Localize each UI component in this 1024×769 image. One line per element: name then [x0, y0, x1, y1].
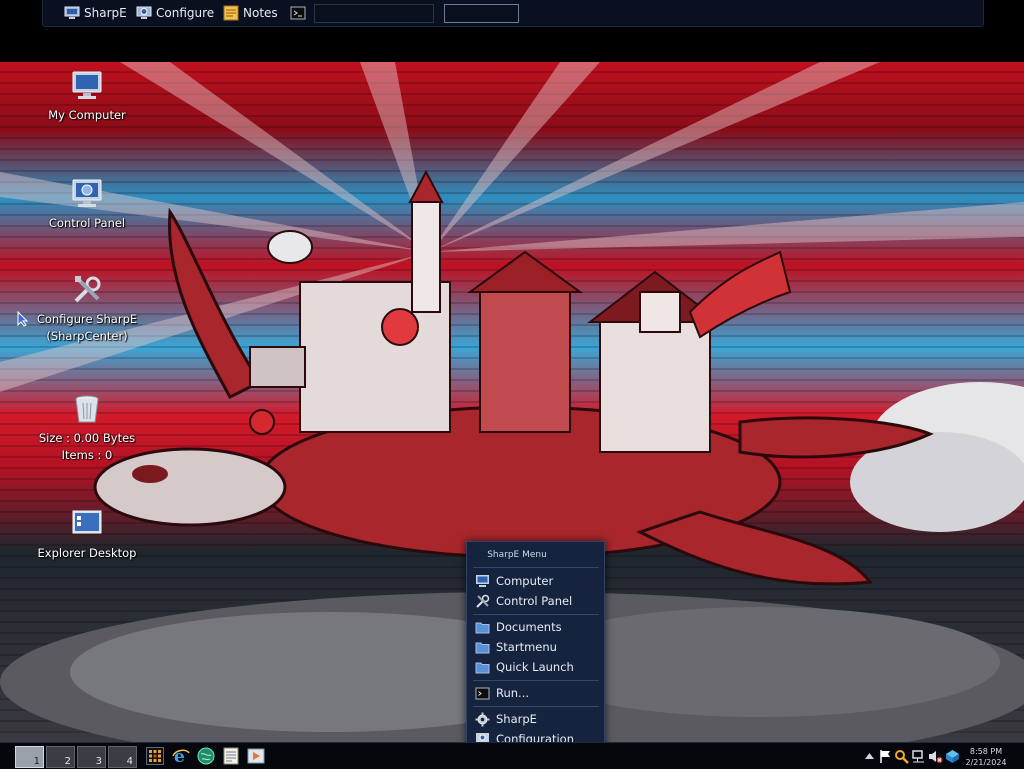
arrow-up-icon[interactable]: [862, 749, 877, 764]
tools-icon: [74, 276, 101, 303]
desktop-icon-label-line2: Items : 0: [61, 448, 113, 462]
menu-divider: [473, 706, 599, 707]
topbar-text-field[interactable]: [314, 4, 434, 23]
computer-icon: [476, 574, 489, 587]
topbar-terminal-button[interactable]: [290, 4, 306, 22]
desktop-icon-label: Control Panel: [48, 216, 126, 230]
monitor-gear-icon: [136, 6, 152, 19]
terminal-icon: [290, 6, 306, 20]
menu-item-sharpe[interactable]: SharpE: [475, 710, 601, 728]
menu-divider: [473, 567, 599, 568]
desktop-icon-label-line1: Size : 0.00 Bytes: [38, 431, 136, 445]
topbar-configure-label: Configure: [156, 6, 215, 20]
menu-item-computer[interactable]: Computer: [475, 572, 601, 590]
desktop-icon-control-panel[interactable]: Control Panel: [12, 177, 162, 232]
sharpe-menu: SharpE Menu Computer Control Panel Docum…: [466, 541, 605, 752]
flag-icon[interactable]: [878, 749, 893, 764]
workspace-number: 1: [33, 756, 40, 767]
menu-divider: [473, 680, 599, 681]
clock-date: 2/21/2024: [965, 758, 1007, 767]
topbar-sharpe-label: SharpE: [84, 6, 127, 20]
notepad-icon[interactable]: [222, 747, 240, 765]
desktop-icon-explorer-desktop[interactable]: Explorer Desktop: [12, 507, 162, 562]
topbar-input-box[interactable]: [444, 4, 519, 23]
top-bar-panel: SharpE Configure Notes: [42, 0, 984, 27]
clock-time: 8:58 PM: [969, 747, 1003, 756]
menu-item-label: Documents: [496, 620, 562, 634]
recycle-bin-icon: [75, 395, 99, 423]
tools-icon: [476, 594, 490, 608]
search-icon[interactable]: [894, 749, 909, 764]
topbar-notes-label: Notes: [243, 6, 278, 20]
desktop-icon-label: My Computer: [48, 108, 126, 122]
taskbar: 1 2 3 4 e 8:58 PM 2/21/2024: [0, 742, 1024, 769]
topbar-notes-button[interactable]: Notes: [223, 4, 278, 22]
menu-item-label: Control Panel: [496, 594, 573, 608]
workspace-1-button[interactable]: 1: [15, 746, 44, 768]
menu-item-label: SharpE: [496, 712, 537, 726]
desktop-icon-my-computer[interactable]: My Computer: [12, 69, 162, 124]
workspace-4-button[interactable]: 4: [108, 746, 137, 768]
network-icon[interactable]: [911, 749, 926, 764]
computer-icon: [72, 71, 102, 99]
workspace-3-button[interactable]: 3: [77, 746, 106, 768]
control-panel-icon: [72, 179, 102, 207]
media-player-icon[interactable]: [247, 747, 265, 765]
desktop-icon-label-line1: Configure SharpE: [36, 312, 138, 326]
menu-item-documents[interactable]: Documents: [475, 618, 601, 636]
menu-item-run[interactable]: Run...: [475, 684, 601, 702]
gear-icon: [475, 712, 490, 726]
menu-divider: [473, 614, 599, 615]
internet-explorer-icon[interactable]: e: [172, 747, 190, 765]
explorer-desktop-icon: [72, 510, 102, 534]
workspace-number: 3: [95, 756, 102, 767]
desktop-icon-label: Explorer Desktop: [37, 546, 137, 560]
menu-item-label: Run...: [496, 686, 530, 700]
menu-item-control-panel[interactable]: Control Panel: [475, 592, 601, 610]
clock[interactable]: 8:58 PM 2/21/2024: [956, 746, 1016, 768]
desktop-icon-configure-sharpe[interactable]: Configure SharpE (SharpCenter): [12, 273, 162, 345]
folder-icon: [475, 642, 490, 653]
menu-item-label: Startmenu: [496, 640, 557, 654]
folder-icon: [475, 622, 490, 633]
menu-item-label: Quick Launch: [496, 660, 574, 674]
mouse-cursor-icon: [17, 311, 29, 327]
menu-title: SharpE Menu: [487, 550, 547, 560]
folder-icon: [475, 662, 490, 673]
volume-muted-icon[interactable]: [928, 749, 943, 764]
workspace-2-button[interactable]: 2: [46, 746, 75, 768]
topbar-sharpe-button[interactable]: SharpE: [64, 4, 127, 22]
sharpe-grid-icon[interactable]: [146, 747, 164, 765]
globe-icon[interactable]: [197, 747, 215, 765]
terminal-icon: [475, 687, 490, 699]
workspace-number: 4: [126, 756, 133, 767]
menu-item-startmenu[interactable]: Startmenu: [475, 638, 601, 656]
monitor-icon: [64, 6, 80, 19]
menu-item-quick-launch[interactable]: Quick Launch: [475, 658, 601, 676]
desktop-icon-recycle-bin[interactable]: Size : 0.00 Bytes Items : 0: [12, 392, 162, 464]
top-bar: SharpE Configure Notes: [0, 0, 1024, 62]
topbar-configure-button[interactable]: Configure: [136, 4, 214, 22]
desktop-icon-label-line2: (SharpCenter): [46, 329, 128, 343]
menu-item-label: Computer: [496, 574, 554, 588]
workspace-number: 2: [64, 756, 71, 767]
notes-icon: [223, 5, 239, 21]
